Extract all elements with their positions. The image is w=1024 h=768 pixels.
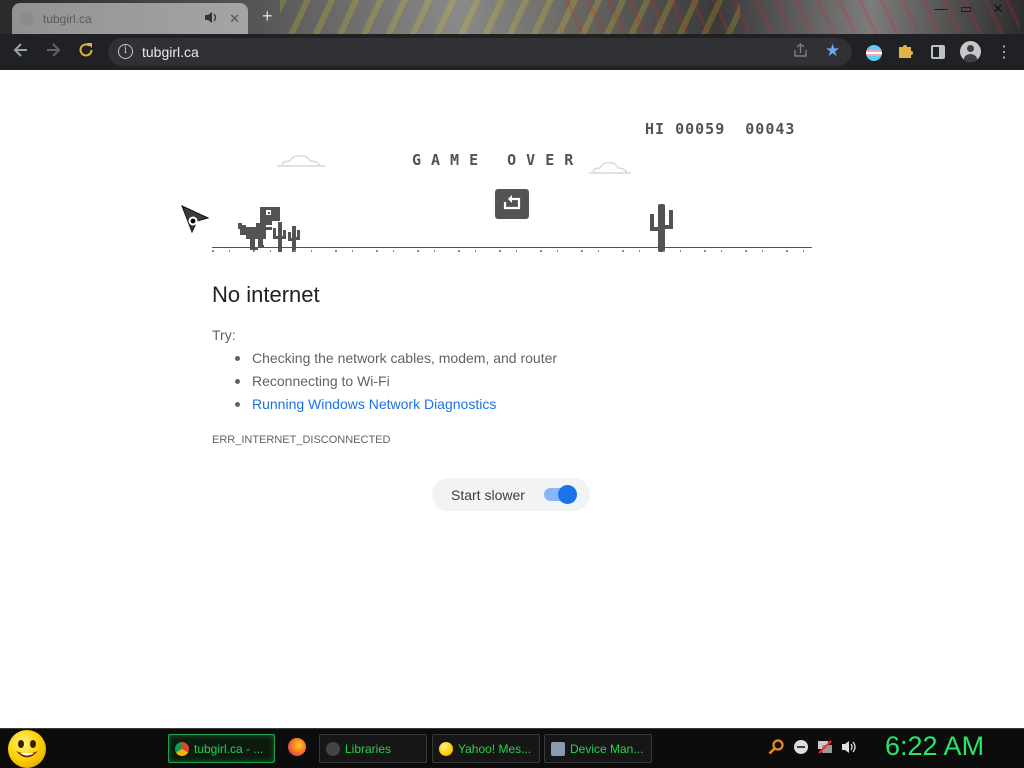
- tab-title: tubgirl.ca: [43, 11, 92, 26]
- task-label: Libraries: [345, 741, 392, 756]
- profile-avatar-icon[interactable]: [960, 41, 981, 62]
- minimize-button[interactable]: —: [928, 0, 954, 18]
- game-ground-line: [212, 247, 812, 248]
- game-over-text: GAME OVER: [412, 151, 584, 169]
- toggle-knob[interactable]: [558, 485, 577, 504]
- cloud-icon: [277, 155, 325, 167]
- list-item: Checking the network cables, modem, and …: [233, 350, 557, 373]
- taskbar-item-device-manager[interactable]: Device Man...: [544, 734, 652, 763]
- restart-button[interactable]: [495, 189, 529, 219]
- chrome-icon: [175, 741, 189, 756]
- list-item: Reconnecting to Wi-Fi: [233, 373, 557, 396]
- window-close-button[interactable]: ✕: [985, 0, 1011, 18]
- back-icon[interactable]: [10, 41, 32, 63]
- network-icon[interactable]: [817, 739, 833, 759]
- taskbar-item-yahoo[interactable]: Yahoo! Mes...: [432, 734, 540, 763]
- score-display: HI 00059 00043: [645, 120, 795, 138]
- task-label: Device Man...: [570, 741, 644, 756]
- task-label: tubgirl.ca - ...: [194, 741, 264, 756]
- speaker-icon[interactable]: [205, 11, 217, 26]
- url-text[interactable]: tubgirl.ca: [142, 44, 199, 60]
- browser-tab[interactable]: tubgirl.ca ✕: [12, 3, 248, 34]
- try-label: Try:: [212, 327, 236, 343]
- volume-icon[interactable]: [841, 739, 857, 759]
- libraries-icon: [326, 741, 340, 756]
- yahoo-messenger-icon: [439, 741, 453, 756]
- current-score: 00043: [745, 120, 796, 138]
- firefox-icon[interactable]: [288, 738, 306, 756]
- tab-strip: tubgirl.ca ✕ + — ▭ ✕: [0, 0, 1024, 34]
- cactus-icon: [650, 204, 673, 252]
- restore-button[interactable]: ▭: [953, 0, 979, 18]
- hi-label: HI: [645, 120, 666, 138]
- taskbar-item-libraries[interactable]: Libraries: [319, 734, 427, 763]
- cloud-icon: [589, 162, 631, 174]
- side-panel-icon[interactable]: [931, 45, 945, 59]
- start-slower-label: Start slower: [451, 487, 525, 503]
- network-diagnostics-link[interactable]: Running Windows Network Diagnostics: [233, 396, 557, 419]
- menu-kebab-icon[interactable]: ⋮: [996, 42, 1012, 62]
- taskbar-clock[interactable]: 6:22 AM: [885, 731, 984, 762]
- error-heading: No internet: [212, 282, 320, 307]
- suggestion-list: Checking the network cables, modem, and …: [233, 350, 557, 419]
- task-label: Yahoo! Mes...: [458, 741, 532, 756]
- mouse-cursor-icon: [181, 205, 209, 234]
- device-manager-icon: [551, 741, 565, 756]
- hi-score: 00059: [675, 120, 726, 138]
- forward-icon[interactable]: [42, 41, 64, 63]
- smiley-start-icon[interactable]: [8, 730, 46, 768]
- restart-icon: [503, 195, 521, 210]
- bookmark-star-icon[interactable]: ★: [825, 41, 840, 61]
- address-bar[interactable]: [108, 38, 852, 66]
- notification-icon[interactable]: [793, 739, 809, 759]
- game-ground-texture: [212, 250, 812, 252]
- new-tab-button[interactable]: +: [262, 6, 273, 27]
- tab-close-button[interactable]: ✕: [229, 11, 240, 27]
- taskbar-item-chrome[interactable]: tubgirl.ca - ...: [168, 734, 275, 763]
- tab-favicon-icon: [20, 11, 34, 26]
- extensions-puzzle-icon[interactable]: [897, 42, 914, 64]
- reload-icon[interactable]: [75, 41, 97, 63]
- search-icon[interactable]: [768, 739, 784, 759]
- trans-flag-extension-icon[interactable]: [866, 45, 882, 61]
- error-code: ERR_INTERNET_DISCONNECTED: [212, 434, 391, 446]
- share-icon[interactable]: [793, 43, 808, 61]
- site-info-icon[interactable]: i: [118, 44, 133, 59]
